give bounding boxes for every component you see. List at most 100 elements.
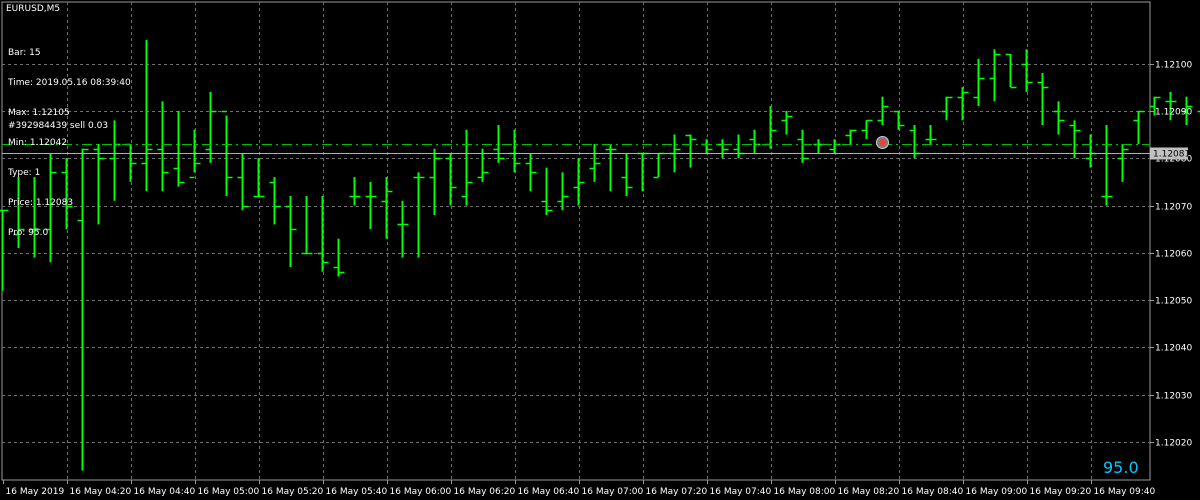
ohlc-bar [973,58,985,107]
profit-value: 95.0 [1103,458,1139,477]
x-tick-label: 16 May 04:40 [134,487,196,497]
ohlc-bar [925,125,937,144]
ohlc-bar [253,158,265,198]
x-tick-label: 16 May 08:40 [902,487,964,497]
trade-marker-dot [879,139,886,146]
order-label[interactable]: #392984439 sell 0.03 [8,121,108,131]
x-tick-label: 16 May 08:20 [838,487,900,497]
x-tick-label: 16 May 06:20 [454,487,516,497]
ohlc-bar [1037,72,1049,126]
ohlc-bar [781,110,793,135]
time-axis: 16 May 2019 16 May 04:20 16 May 04:40 16 Ma… [3,480,1156,497]
y-tick-label: 1.12090 [1155,108,1192,118]
symbol-timeframe: EURUSD,M5 [6,4,61,14]
ohlc-bar [349,177,361,206]
ohlc-bar [605,143,617,192]
ohlc-bar [685,134,697,168]
ohlc-bar [941,96,953,121]
ohlc-bar [1005,53,1017,89]
info-line: Pro: 95.0 [8,228,49,238]
ohlc-bar [957,87,969,121]
ohlc-bar [397,200,409,258]
ohlc-bar [1053,101,1065,135]
x-tick-label: 16 May 09:40 [1094,487,1156,497]
ohlc-bar [1101,125,1113,206]
x-tick-label: 16 May 09:20 [1030,487,1092,497]
x-tick-label: 16 May 08:00 [774,487,836,497]
ohlc-bar [1069,120,1081,159]
x-tick-label: 16 May 06:40 [518,487,580,497]
ohlc-bar [989,49,1001,102]
ohlc-bar [301,196,313,255]
ohlc-bar [269,177,281,225]
ohlc-bar [893,110,905,130]
ohlc-bar [541,167,553,215]
x-tick-label: 16 May 07:00 [582,487,644,497]
ohlc-bar [829,139,841,154]
ohlc-bar [813,139,825,154]
y-tick-label: 1.12030 [1155,392,1192,402]
ohlc-bar [765,106,777,149]
y-tick-label: 1.12060 [1155,250,1192,260]
ohlc-bar [413,172,425,258]
info-line: Price: 1.12083 [8,198,74,208]
ohlc-bar [749,129,761,154]
y-tick-label: 1.12050 [1155,297,1192,307]
ohlc-bar [845,129,857,144]
ohlc-bar [621,153,633,197]
bar-info-panel: Bar: 15 Time: 2019.05.16 08:39:40 Max: 1… [8,28,131,248]
current-price-tag-label: 1.12081 [1153,150,1190,160]
ohlc-bar [589,143,601,182]
x-tick-label: 16 May 07:20 [646,487,708,497]
x-tick-label: 16 May 06:00 [390,487,452,497]
ohlc-bar [573,158,585,206]
ohlc-bar [493,125,505,163]
ohlc-bar [237,153,249,211]
y-tick-label: 1.12070 [1155,203,1192,213]
ohlc-bar [861,119,873,140]
price-chart[interactable]: 1.121001.120901.120801.120701.120601.120… [0,0,1200,500]
ohlc-bar [701,139,713,154]
x-tick-label: 16 May 05:00 [198,487,260,497]
x-tick-label: 16 May 05:20 [262,487,324,497]
ohlc-bar [317,196,329,272]
y-tick-label: 1.12100 [1155,61,1192,71]
ohlc-bar [365,181,377,230]
ohlc-bar [141,39,153,192]
ohlc-bar [381,177,393,239]
ohlc-bar [1021,49,1033,92]
ohlc-bar [877,96,889,126]
ohlc-bar [1085,134,1097,168]
ohlc-bar [797,129,809,163]
info-line: Max: 1.12105 [8,108,70,118]
ohlc-bar [157,101,169,192]
y-tick-label: 1.12020 [1155,439,1192,449]
ohlc-bar [637,152,649,192]
info-line: Bar: 15 [8,48,41,58]
ohlc-bar [1133,110,1145,144]
ohlc-bar [509,129,521,173]
info-line: Min: 1.12042 [8,138,68,148]
ohlc-bar [653,152,665,179]
ohlc-bar [525,153,537,192]
ohlc-bar [733,134,745,159]
ohlc-bar [173,110,185,187]
ohlc-bars [0,39,1200,471]
x-tick-label: 16 May 05:40 [326,487,388,497]
ohlc-bar [557,172,569,211]
ohlc-bar [285,196,297,268]
ohlc-bar [461,129,473,206]
ohlc-bar [445,153,457,206]
x-tick-label: 16 May 07:40 [710,487,772,497]
ohlc-bar [429,148,441,215]
info-line: Time: 2019.05.16 08:39:40 [8,78,131,88]
price-lines [2,136,1150,154]
x-tick-label: 16 May 2019 [6,487,65,497]
ohlc-bar [717,139,729,159]
x-tick-label: 16 May 04:20 [70,487,132,497]
x-tick-label: 16 May 09:00 [966,487,1028,497]
y-tick-label: 1.12040 [1155,344,1192,354]
info-line: Type: 1 [8,168,41,178]
ohlc-bar [333,238,345,277]
ohlc-bar [1117,143,1129,182]
